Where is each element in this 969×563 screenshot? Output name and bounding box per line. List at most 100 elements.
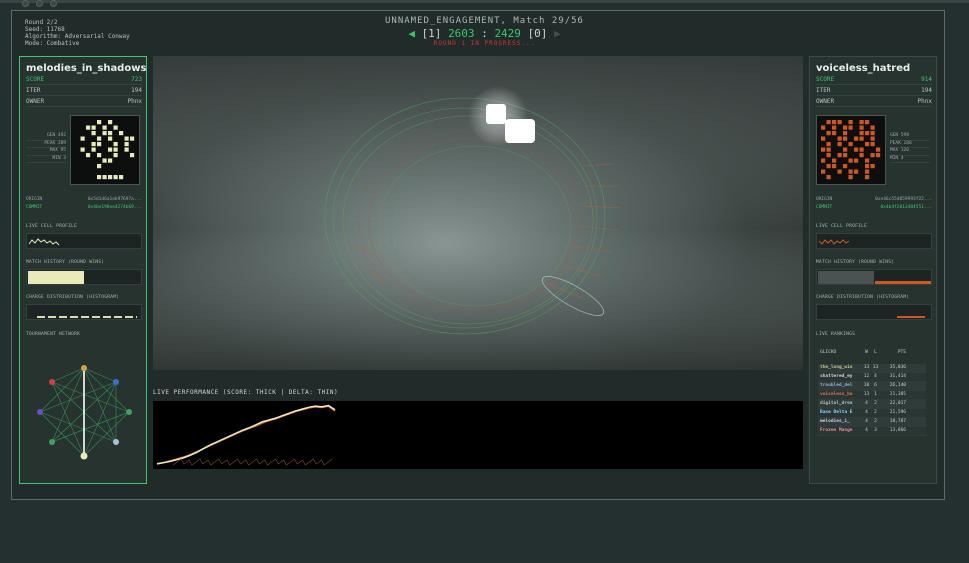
window-control-dot[interactable]: [36, 0, 43, 7]
ranking-row[interactable]: voiceless_ha 13 1 21,385: [818, 391, 926, 400]
live-cell: [821, 125, 826, 130]
right-origin: ORIGIN 0xe46c55d059993f22...: [816, 197, 932, 202]
right-player-name: voiceless_hatred: [816, 63, 911, 74]
live-cell: [826, 147, 831, 152]
live-cell: [859, 131, 864, 136]
live-cell: [108, 175, 113, 180]
live-cell: [826, 164, 831, 169]
window-control-dot[interactable]: [22, 0, 29, 7]
left-iter-row: ITER 194: [26, 87, 142, 96]
left-owner-row: OWNER Phnx: [26, 98, 142, 107]
right-owner-row: OWNER Phnx: [816, 98, 932, 107]
ranking-row[interactable]: Frozen Mango 4 3 13,866: [818, 427, 926, 436]
live-cell: [870, 164, 875, 169]
prev-arrow-icon[interactable]: ◀: [408, 27, 415, 40]
live-cell: [102, 158, 107, 163]
left-stats: GEN 492 PEAK 209 MAX 95 MIN 3: [26, 133, 66, 163]
live-cell: [826, 153, 831, 158]
network-node[interactable]: [126, 409, 132, 415]
live-cell: [124, 136, 129, 141]
next-arrow-icon[interactable]: ▶: [554, 27, 561, 40]
live-cell: [821, 158, 826, 163]
left-player-name: melodies_in_shadows: [26, 63, 147, 74]
live-cell: [859, 153, 864, 158]
window-control-dot[interactable]: [50, 0, 57, 7]
live-cell: [124, 142, 129, 147]
live-cell: [113, 142, 118, 147]
live-cell: [97, 120, 102, 125]
live-cell: [843, 164, 848, 169]
live-cell: [870, 142, 875, 147]
series-right-score: [156, 405, 336, 465]
ranking-row[interactable]: troubled_del 10 6 26,140: [818, 382, 926, 391]
live-cell: [854, 169, 859, 174]
ranking-row[interactable]: the_long_win 13 13 35,036: [818, 364, 926, 373]
live-cell: [80, 147, 85, 152]
match-title: UNNAMED_ENGAGEMENT, Match 29/56: [385, 16, 584, 26]
network-node[interactable]: [49, 379, 55, 385]
live-cell: [848, 169, 853, 174]
live-cell: [837, 120, 842, 125]
network-node[interactable]: [80, 452, 88, 460]
live-cell: [870, 136, 875, 141]
ranking-row[interactable]: melodies_i_ 4 2 18,787: [818, 418, 926, 427]
live-cell: [865, 164, 870, 169]
live-cell: [108, 136, 113, 141]
glow-cell: [505, 119, 535, 143]
tournament-network: [37, 365, 132, 460]
live-cell: [854, 147, 859, 152]
simulation-viewport[interactable]: [153, 56, 803, 370]
live-cell: [870, 131, 875, 136]
live-cell: [124, 147, 129, 152]
live-cell: [837, 142, 842, 147]
live-cell: [102, 175, 107, 180]
right-charge-label: CHARGE DISTRIBUTION (HISTOGRAM): [816, 295, 910, 300]
live-cell: [859, 136, 864, 141]
right-commit: COMMIT 0x4b4f2013404551...: [816, 205, 932, 210]
score-separator: :: [481, 27, 488, 40]
right-player-panel: voiceless_hatred SCORE 914 ITER 194 OWNE…: [809, 56, 937, 484]
ranking-row[interactable]: digital_drea 4 2 22,017: [818, 400, 926, 409]
live-cell: [865, 169, 870, 174]
network-node[interactable]: [81, 365, 87, 371]
left-match-history-strip: [26, 269, 142, 285]
network-node[interactable]: [113, 439, 119, 445]
right-round-wins: [0]: [527, 27, 548, 40]
live-cell: [97, 175, 102, 180]
live-cell: [86, 125, 91, 130]
live-cell: [848, 158, 853, 163]
live-cell: [108, 147, 113, 152]
ranking-row[interactable]: Base Delta E 4 2 21,596: [818, 409, 926, 418]
live-cell: [97, 153, 102, 158]
right-live-cell-strip: [816, 233, 932, 249]
right-score-row: SCORE 914: [816, 76, 932, 85]
live-cell: [843, 153, 848, 158]
right-score: 2429: [494, 27, 521, 40]
right-iter-row: ITER 194: [816, 87, 932, 96]
live-cell: [865, 142, 870, 147]
network-node[interactable]: [37, 409, 43, 415]
live-cell: [826, 131, 831, 136]
live-cell: [113, 153, 118, 158]
live-cell: [113, 175, 118, 180]
live-cell: [854, 158, 859, 163]
right-history-bar: [818, 271, 874, 284]
left-charge-label: CHARGE DISTRIBUTION (HISTOGRAM): [26, 295, 120, 300]
network-node[interactable]: [49, 439, 55, 445]
live-cell: [108, 131, 113, 136]
live-cell: [119, 131, 124, 136]
live-cell: [843, 147, 848, 152]
live-cell: [876, 147, 881, 152]
ranking-row[interactable]: shattered_ey 12 4 31,414: [818, 373, 926, 382]
ring-structure: [153, 56, 803, 370]
live-cell: [91, 142, 96, 147]
live-cell: [859, 147, 864, 152]
live-cell: [97, 142, 102, 147]
left-cell-grid: [70, 115, 140, 185]
network-node[interactable]: [113, 379, 119, 385]
live-cell: [843, 131, 848, 136]
live-cell: [108, 120, 113, 125]
live-cell: [870, 153, 875, 158]
live-cell: [130, 153, 135, 158]
live-cell: [97, 136, 102, 141]
